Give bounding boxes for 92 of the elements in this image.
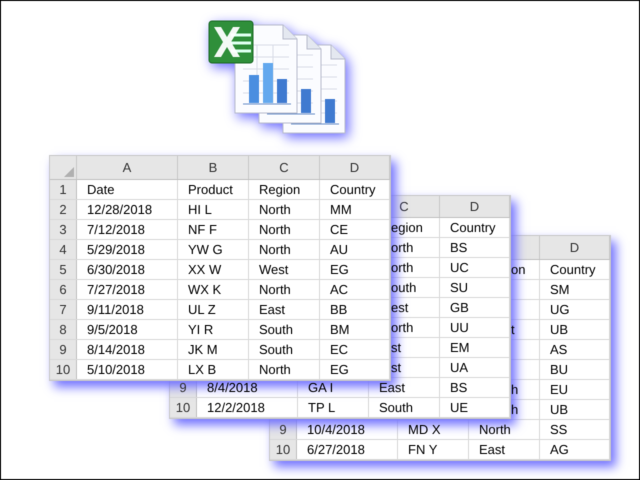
table-cell-text: UU: [450, 318, 469, 337]
table-cell-text: North: [259, 220, 291, 239]
table-cell-text: GB: [450, 298, 469, 317]
column-header[interactable]: C: [279, 158, 289, 178]
table-cell-text: 12/2/2018: [207, 398, 265, 417]
table-cell-text: Product: [188, 180, 233, 199]
table-cell-text: st: [391, 358, 402, 377]
table-cell-text: South: [259, 340, 293, 359]
table-cell-text: EG: [330, 260, 349, 279]
table-cell-text: AS: [550, 340, 568, 359]
table-cell-text: Region: [259, 180, 300, 199]
table-cell-text: East: [479, 440, 506, 459]
table-cell-text: est: [391, 298, 408, 317]
table-cell-text: 12/28/2018: [87, 200, 152, 219]
table-cell-text: North: [259, 360, 291, 379]
table-cell-text: WX K: [188, 280, 222, 299]
table-cell-text: East: [379, 378, 406, 397]
table-cell-text: 5/29/2018: [87, 240, 145, 259]
table-cell-text: YW G: [188, 240, 223, 259]
column-header[interactable]: D: [570, 238, 580, 258]
column-header[interactable]: D: [350, 158, 360, 178]
table-cell-text: UB: [550, 320, 568, 339]
table-cell-text: AU: [330, 240, 348, 259]
table-cell-text: egion: [391, 218, 423, 237]
table-cell-text: Country: [450, 218, 496, 237]
table-cell-text: 6/27/2018: [307, 440, 365, 459]
table-cell-text: 7/27/2018: [87, 280, 145, 299]
table-cell-text: West: [259, 260, 288, 279]
table-cell-text: orth: [391, 258, 414, 277]
table-cell-text: orth: [391, 318, 414, 337]
table-cell-text: EG: [330, 360, 349, 379]
column-header[interactable]: C: [399, 196, 409, 216]
table-cell-text: UL Z: [188, 300, 216, 319]
table-cell-text: North: [479, 420, 511, 439]
table-cell-text: LX B: [188, 360, 216, 379]
table-cell-text: Date: [87, 180, 114, 199]
table-cell-text: Country: [330, 180, 376, 199]
table-cell-text: SU: [450, 278, 468, 297]
table-cell-text: EU: [550, 380, 568, 399]
table-cell-text: GA I: [308, 378, 334, 397]
table-cell-text: on: [511, 260, 526, 279]
table-cell-text: 9/11/2018: [87, 300, 144, 319]
table-cell-text: 5/10/2018: [87, 360, 145, 379]
table-cell-text: SS: [550, 420, 568, 439]
table-cell-text: North: [259, 240, 291, 259]
table-cell-text: AG: [550, 440, 569, 459]
table-cell-text: XX W: [188, 260, 222, 279]
column-header[interactable]: D: [470, 196, 480, 216]
table-cell-text: 7/12/2018: [87, 220, 145, 239]
table-cell-text: South: [379, 398, 413, 417]
table-cell-text: North: [259, 200, 291, 219]
table-cell-text: outh: [391, 278, 416, 297]
table-cell-text: North: [259, 280, 291, 299]
table-cell-text: MD X: [408, 420, 440, 439]
table-cell-text: 6/30/2018: [87, 260, 145, 279]
table-cell-text: h: [511, 380, 518, 399]
table-cell-text: South: [259, 320, 293, 339]
table-cell-text: 8/4/2018: [207, 378, 258, 397]
table-cell-text: BU: [550, 360, 568, 379]
column-header[interactable]: B: [208, 158, 218, 178]
table-cell-text: h: [511, 400, 518, 419]
column-header[interactable]: A: [122, 158, 132, 178]
table-cell-text: HI L: [188, 200, 212, 219]
table-cell-text: CE: [330, 220, 348, 239]
table-cell-text: BB: [330, 300, 348, 319]
table-cell-text: UG: [550, 300, 570, 319]
table-cell-text: 8/14/2018: [87, 340, 145, 359]
table-cell-text: UC: [450, 258, 469, 277]
table-cell-text: MM: [330, 200, 352, 219]
table-cell-text: NF F: [188, 220, 217, 239]
table-cell-text: JK M: [188, 340, 218, 359]
table-cell-text: FN Y: [408, 440, 438, 459]
table-cell-text: TP L: [308, 398, 336, 417]
table-cell-text: UB: [550, 400, 568, 419]
table-cell-text: 9/5/2018: [87, 320, 138, 339]
table-cell-text: BS: [450, 238, 468, 257]
table-cell-text: orth: [391, 238, 414, 257]
table-cell-text: SM: [550, 280, 570, 299]
table-cell-text: UE: [450, 398, 468, 417]
table-cell-text: YI R: [188, 320, 214, 339]
table-cell-text: East: [259, 300, 286, 319]
table-cell-text: EC: [330, 340, 348, 359]
select-all-corner-icon[interactable]: [64, 167, 74, 177]
table-cell-text: 10/4/2018: [307, 420, 365, 439]
table-cell-text: EM: [450, 338, 470, 357]
table-cell-text: BM: [330, 320, 350, 339]
table-cell-text: st: [391, 338, 402, 357]
table-cell-text: Country: [550, 260, 596, 279]
table-cell-text: t: [511, 320, 515, 339]
table-cell-text: BS: [450, 378, 468, 397]
table-cell-text: AC: [330, 280, 348, 299]
table-cell-text: UA: [450, 358, 468, 377]
